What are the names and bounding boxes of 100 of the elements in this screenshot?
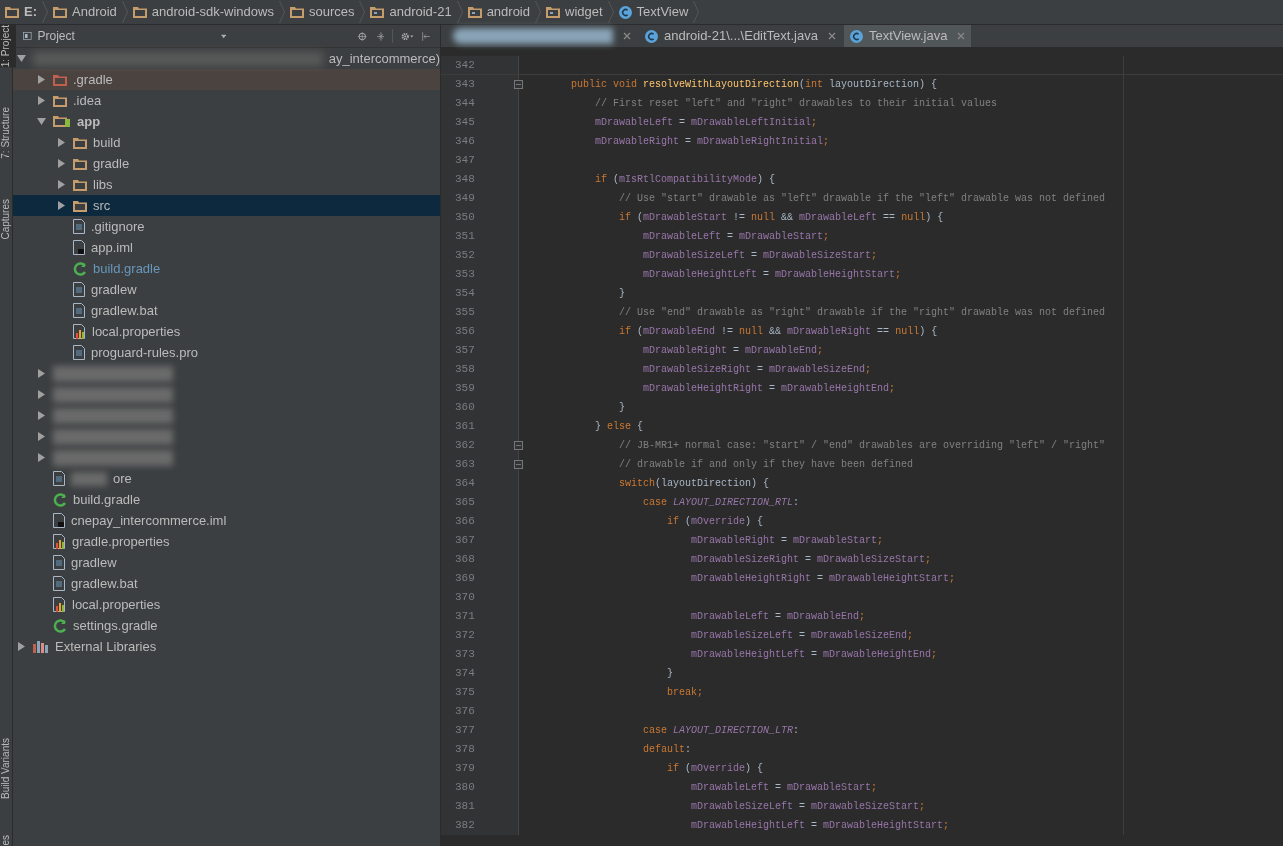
file-icon — [53, 513, 65, 528]
tool-window-tab[interactable]: 7: Structure — [0, 107, 16, 159]
tree-item[interactable]: gradle.properties — [13, 531, 440, 552]
tree-item[interactable]: ore — [13, 468, 440, 489]
collapsed-arrow-icon[interactable] — [56, 138, 66, 147]
breadcrumb[interactable]: TextView — [615, 1, 692, 23]
tool-window-tab[interactable]: es — [0, 835, 16, 846]
tree-item[interactable]: gradlew — [13, 552, 440, 573]
dropdown-caret-icon[interactable] — [220, 33, 227, 39]
collapsed-arrow-icon[interactable] — [36, 369, 46, 378]
tree-item[interactable]: build.gradle — [13, 258, 440, 279]
tree-item[interactable]: src — [13, 195, 440, 216]
chevron-icon — [456, 1, 463, 23]
collapse-all-icon[interactable] — [376, 29, 385, 43]
collapsed-arrow-icon[interactable] — [36, 75, 46, 84]
tree-item[interactable]: gradle — [13, 153, 440, 174]
tree-item[interactable]: build — [13, 132, 440, 153]
tree-item-label: gradlew — [71, 553, 117, 572]
tree-item[interactable]: .idea — [13, 90, 440, 111]
collapsed-arrow-icon[interactable] — [16, 642, 26, 651]
class-icon — [645, 29, 658, 43]
tree-item-label: External Libraries — [55, 637, 157, 656]
editor-tab[interactable]: TextView.java — [843, 25, 972, 47]
tree-item[interactable]: local.properties — [13, 321, 440, 342]
tree-item[interactable]: proguard-rules.pro — [13, 342, 440, 363]
folder-icon — [546, 6, 560, 18]
line-number: 376 — [454, 704, 475, 720]
collapsed-arrow-icon[interactable] — [56, 159, 66, 168]
file-icon — [73, 345, 85, 360]
code-line: mDrawableHeightLeft = mDrawableHeightStart; — [642, 268, 902, 282]
tree-item-label: gradlew.bat — [71, 574, 138, 593]
hide-panel-icon[interactable] — [422, 29, 430, 43]
tool-window-tab[interactable]: Build Variants — [0, 738, 16, 800]
collapsed-arrow-icon[interactable] — [36, 411, 46, 420]
line-number: 342 — [454, 57, 475, 73]
tool-window-tab[interactable]: Captures — [0, 198, 16, 240]
tree-item[interactable]: cnepay_intercommerce.iml — [13, 510, 440, 531]
file-icon — [53, 471, 65, 486]
breadcrumb[interactable]: E: — [2, 1, 40, 23]
code-line: mDrawableLeft = mDrawableStart; — [642, 230, 830, 244]
code-line: } — [618, 401, 625, 415]
tree-item[interactable]: External Libraries — [13, 636, 440, 657]
tree-item-label: .gitignore — [91, 217, 145, 236]
code-line: mDrawableSizeRight = mDrawableSizeStart; — [690, 553, 932, 567]
code-line: default: — [642, 743, 692, 757]
tree-item[interactable]: app.iml — [13, 237, 440, 258]
code-line: mDrawableHeightLeft = mDrawableHeightStart; — [690, 819, 950, 833]
tree-item[interactable]: libs — [13, 174, 440, 195]
close-icon[interactable] — [957, 32, 966, 40]
code-line: mDrawableHeightLeft = mDrawableHeightEnd; — [690, 648, 938, 662]
line-number: 365 — [454, 495, 475, 511]
breadcrumb[interactable]: Android — [50, 1, 120, 23]
breadcrumb[interactable]: android-sdk-windows — [129, 1, 277, 23]
tree-item[interactable]: settings.gradle — [13, 615, 440, 636]
folder-icon — [370, 6, 385, 18]
line-number: 359 — [454, 381, 475, 397]
line-number: 358 — [454, 362, 475, 378]
tree-item[interactable]: gradlew.bat — [13, 573, 440, 594]
tool-window-tab[interactable]: 1: Project — [0, 25, 16, 68]
code-line: mDrawableLeft = mDrawableEnd; — [690, 610, 866, 624]
project-icon — [23, 30, 32, 42]
collapsed-arrow-icon[interactable] — [36, 432, 46, 441]
breadcrumb[interactable]: android-21 — [367, 1, 455, 23]
code-line: mDrawableRight = mDrawableStart; — [690, 534, 884, 548]
fold-marker-icon[interactable] — [514, 441, 523, 450]
code-line: public void resolveWithLayoutDirection(int layoutDirection) { — [570, 78, 938, 92]
collapsed-arrow-icon[interactable] — [36, 453, 46, 462]
chevron-icon — [278, 1, 285, 23]
close-icon[interactable] — [623, 32, 631, 40]
properties-file-icon — [73, 324, 86, 339]
folder-icon — [289, 6, 304, 18]
tree-item-label: gradlew — [91, 280, 137, 299]
tree-item[interactable]: ay_intercommerce) — [13, 48, 440, 69]
expanded-arrow-icon[interactable] — [16, 54, 26, 63]
collapsed-arrow-icon[interactable] — [56, 180, 66, 189]
collapsed-arrow-icon[interactable] — [36, 390, 46, 399]
collapsed-arrow-icon[interactable] — [56, 201, 66, 210]
collapsed-arrow-icon[interactable] — [36, 96, 46, 105]
code-line: switch(layoutDirection) { — [618, 477, 770, 491]
file-icon — [73, 303, 85, 318]
code-line: } — [618, 287, 625, 301]
tree-item[interactable]: .gradle — [13, 69, 440, 90]
tree-item-label: build — [93, 133, 121, 152]
tree-item[interactable]: gradlew — [13, 279, 440, 300]
expanded-arrow-icon[interactable] — [36, 117, 46, 126]
breadcrumb[interactable]: widget — [543, 1, 606, 23]
locate-icon[interactable] — [358, 29, 367, 43]
fold-marker-icon[interactable] — [514, 460, 523, 469]
breadcrumb[interactable]: sources — [286, 1, 358, 23]
tree-item[interactable]: gradlew.bat — [13, 300, 440, 321]
code-line: // First reset "left" and "right" drawables to their initial values — [594, 97, 998, 111]
tree-item[interactable]: build.gradle — [13, 489, 440, 510]
tree-item[interactable]: app — [13, 111, 440, 132]
breadcrumb[interactable]: android — [464, 1, 533, 23]
tree-item[interactable]: .gitignore — [13, 216, 440, 237]
line-number: 350 — [454, 210, 475, 226]
fold-marker-icon[interactable] — [514, 80, 523, 89]
close-icon[interactable] — [827, 32, 836, 40]
line-number: 356 — [454, 324, 475, 340]
tree-item[interactable]: local.properties — [13, 594, 440, 615]
